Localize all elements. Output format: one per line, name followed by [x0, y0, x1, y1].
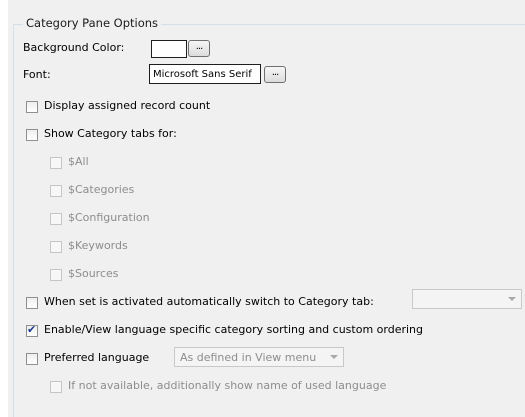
tab-configuration-checkbox[interactable] [50, 213, 62, 225]
tab-categories-checkbox[interactable] [50, 185, 62, 197]
auto-switch-label: When set is activated automatically swit… [44, 295, 374, 308]
tab-all-label: $All [68, 155, 89, 168]
font-value-field: Microsoft Sans Serif [149, 64, 261, 84]
dropdown-arrow-icon [330, 355, 338, 359]
show-tabs-label: Show Category tabs for: [44, 127, 177, 140]
background-color-browse-button[interactable]: ... [188, 40, 210, 57]
group-box-title: Category Pane Options [23, 16, 162, 30]
tab-all-checkbox[interactable] [50, 157, 62, 169]
language-sorting-checkbox[interactable] [26, 323, 38, 337]
tab-keywords-checkbox[interactable] [50, 241, 62, 253]
show-tabs-checkbox[interactable] [26, 129, 38, 141]
language-sorting-label: Enable/View language specific category s… [44, 323, 423, 336]
tab-sources-checkbox[interactable] [50, 269, 62, 281]
display-count-checkbox[interactable] [26, 101, 38, 113]
background-color-label: Background Color: [23, 41, 125, 54]
auto-switch-tab-select[interactable] [412, 289, 522, 309]
display-count-label: Display assigned record count [44, 99, 211, 112]
tab-keywords-label: $Keywords [68, 239, 128, 252]
font-browse-button[interactable]: ... [264, 66, 286, 83]
background-color-swatch[interactable] [151, 40, 187, 58]
preferred-language-select[interactable]: As defined in View menu [174, 347, 344, 367]
tab-sources-label: $Sources [68, 267, 119, 280]
tab-configuration-label: $Configuration [68, 211, 150, 224]
fallback-language-label: If not available, additionally show name… [68, 379, 387, 392]
auto-switch-checkbox[interactable] [26, 297, 38, 309]
tab-categories-label: $Categories [68, 183, 135, 196]
dropdown-arrow-icon [508, 297, 516, 301]
preferred-language-select-value: As defined in View menu [180, 351, 317, 364]
preferred-language-label: Preferred language [44, 351, 150, 364]
fallback-language-checkbox[interactable] [50, 381, 62, 393]
font-label: Font: [23, 68, 51, 81]
preferred-language-checkbox[interactable] [26, 353, 38, 365]
